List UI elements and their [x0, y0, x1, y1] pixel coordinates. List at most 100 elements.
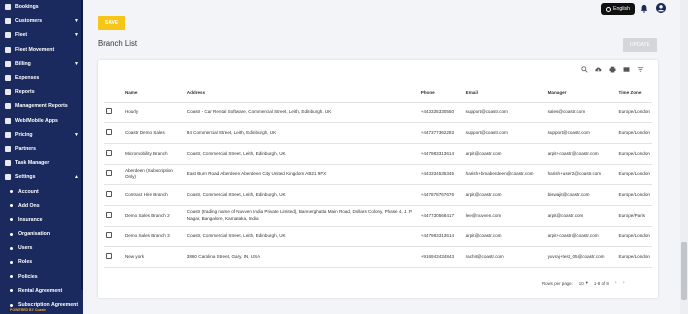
update-button[interactable]: UPDATE [623, 38, 657, 52]
sidebar-item-task-manager[interactable]: Task Manager [0, 156, 83, 170]
sidebar-item-partners[interactable]: Partners [0, 142, 83, 156]
sidebar-scrollbar[interactable] [81, 0, 83, 290]
sidebar-item-customers[interactable]: Customers ▼ [0, 14, 83, 28]
header-manager[interactable]: Manager [545, 84, 617, 103]
page-scrollbar[interactable] [680, 0, 688, 314]
sidebar-item-pricing[interactable]: Pricing ▼ [0, 128, 83, 142]
sidebar-subitem-roles[interactable]: Roles [0, 255, 83, 269]
header-phone[interactable]: Phone [418, 84, 464, 103]
sidebar-item-expenses[interactable]: Expenses [0, 71, 83, 85]
cell-email: harish+bmaberdeen@coastr.com [463, 164, 546, 186]
cell-manager: sales@coastr.com [545, 102, 617, 124]
cell-name: Demo Sales Branch 2 [122, 205, 185, 227]
cell-address: Coastr - Car Rental Software, Commercial… [184, 102, 419, 124]
cell-time-zone: Europe/Paris [616, 205, 652, 227]
cell-time-zone: Europe/London [616, 246, 652, 268]
sidebar-item-label: Fleet [15, 32, 28, 39]
cell-name: Demo Sales Branch 3 [122, 226, 185, 248]
save-button[interactable]: SAVE [98, 16, 125, 30]
sidebar-item-fleet[interactable]: Fleet ▼ [0, 28, 83, 42]
sidebar-subitem-users[interactable]: Users [0, 241, 83, 255]
row-checkbox[interactable] [106, 211, 112, 218]
cell-address: Coastr, Commercial Street, Leith, Edinbu… [184, 226, 419, 248]
rows-per-page-value: 10 [578, 280, 584, 286]
sidebar-subitem-add-ons[interactable]: Add Ons [0, 199, 83, 213]
sidebar-item-label: Web/Mobile Apps [15, 117, 58, 124]
table-row[interactable]: Demo Sales Branch 2 Coastr (trading name … [104, 205, 652, 227]
sidebar-item-management-reports[interactable]: Management Reports [0, 99, 83, 113]
sidebar-subitem-organisation[interactable]: Organisation [0, 227, 83, 241]
chevron-down-icon: ▼ [74, 18, 79, 25]
row-select-cell [104, 205, 123, 227]
table-row[interactable]: Coastr Demo Sales 84 Commercial Street, L… [104, 122, 652, 144]
table-row[interactable]: Micromobility Branch Coastr, Commercial S… [104, 143, 652, 165]
cell-phone: +447730568417 [418, 205, 464, 227]
cell-email: arpit@coastr.com [463, 143, 546, 165]
account-circle-icon[interactable] [656, 3, 666, 13]
table-row[interactable]: Demo Sales Branch 3 Coastr, Commercial St… [104, 226, 652, 248]
header-time-zone[interactable]: Time Zone [616, 84, 652, 103]
table-row[interactable]: Hourly Coastr - Car Rental Software, Comm… [104, 102, 652, 124]
chevron-up-icon: ▲ [74, 174, 79, 181]
expenses-icon [5, 75, 11, 82]
sidebar-item-web-mobile-apps[interactable]: Web/Mobile Apps [0, 114, 83, 128]
cell-manager: biswajit@coastr.com [545, 184, 617, 206]
download-icon[interactable] [595, 66, 602, 73]
reports-icon [5, 89, 11, 96]
chevron-down-icon: ▼ [74, 60, 79, 67]
view-columns-icon[interactable] [623, 66, 630, 73]
rows-per-page-label: Rows per page: [542, 280, 573, 286]
cell-address: 84 Commercial Street, Leith, Edinburgh, … [184, 122, 419, 144]
next-page-icon[interactable]: › [623, 280, 625, 286]
sidebar-item-bookings[interactable]: Bookings [0, 0, 83, 14]
row-checkbox[interactable] [106, 149, 112, 156]
header-address[interactable]: Address [184, 84, 419, 103]
sidebar-item-settings[interactable]: Settings ▲ [0, 170, 83, 184]
row-checkbox[interactable] [106, 252, 112, 259]
filter-icon[interactable] [637, 66, 644, 73]
print-icon[interactable] [609, 66, 616, 73]
sidebar-subitem-label: Account [18, 188, 39, 195]
row-checkbox[interactable] [106, 108, 112, 115]
sidebar-item-label: Customers [15, 18, 43, 25]
previous-page-icon[interactable]: ‹ [615, 280, 617, 286]
row-checkbox[interactable] [106, 232, 112, 239]
row-checkbox[interactable] [106, 170, 112, 177]
sidebar-item-label: Bookings [15, 4, 39, 11]
sidebar-subitem-account[interactable]: Account [0, 184, 83, 198]
page-scrollbar-thumb[interactable] [681, 242, 687, 300]
rows-per-page-select[interactable]: 10 ▾ [579, 280, 588, 286]
sidebar-subitem-rental-agreement[interactable]: Rental Agreement [0, 284, 83, 298]
row-checkbox[interactable] [106, 190, 112, 197]
branch-table: Name Address Phone Email Manager Time Zo… [104, 84, 652, 268]
billing-icon [5, 60, 11, 67]
sidebar-subitem-policies[interactable]: Policies [0, 270, 83, 284]
header-name[interactable]: Name [122, 84, 185, 103]
search-icon[interactable] [581, 66, 588, 73]
row-select-cell [104, 246, 123, 268]
sidebar-item-fleet-movement[interactable]: Fleet Movement [0, 43, 83, 57]
bullet-icon [10, 232, 13, 236]
sidebar-item-reports[interactable]: Reports [0, 85, 83, 99]
cell-time-zone: Europe/London [616, 102, 652, 124]
row-checkbox[interactable] [106, 128, 112, 135]
cell-address: Coastr, Commercial Street, Leith, Edinbu… [184, 184, 419, 206]
sidebar-item-label: Management Reports [15, 103, 68, 110]
table-row[interactable]: Contract Hire Branch Coastr, Commercial S… [104, 184, 652, 206]
table-row[interactable]: New york 3860 Carolina Street, Gary, IN, … [104, 246, 652, 268]
language-button[interactable]: English [601, 3, 635, 15]
cell-address: Coastr, Commercial Street, Leith, Edinbu… [184, 143, 419, 165]
bullet-icon [10, 218, 13, 222]
bullet-icon [10, 260, 13, 264]
sidebar-subitem-insurance[interactable]: Insurance [0, 213, 83, 227]
table-row[interactable]: Aberdeen (Subscription Only) East Burn Ro… [104, 164, 652, 186]
row-select-cell [104, 164, 123, 186]
pagination: Rows per page: 10 ▾ 1-8 of 8 ‹ › [542, 280, 625, 286]
cell-phone: +447377362283 [418, 122, 464, 144]
bell-icon[interactable] [640, 4, 648, 13]
cell-manager: support@coastr.com [545, 122, 617, 144]
sidebar-item-billing[interactable]: Billing ▼ [0, 57, 83, 71]
header-email[interactable]: Email [463, 84, 546, 103]
sidebar-subitem-label: Roles [18, 259, 33, 266]
sidebar-item-label: Reports [15, 89, 35, 96]
